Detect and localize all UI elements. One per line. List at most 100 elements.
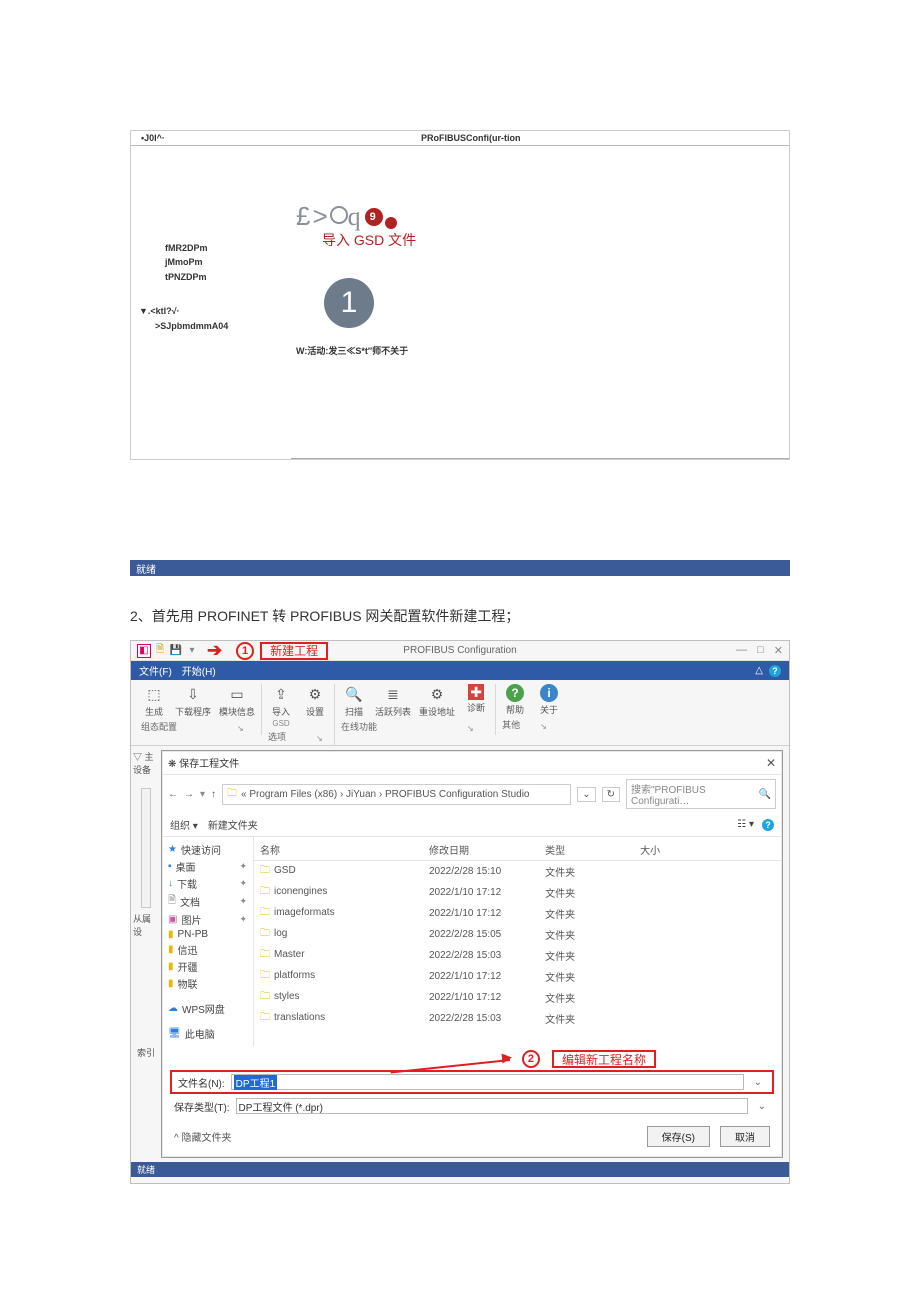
column-header[interactable]: 名称 [254,839,423,861]
table-row[interactable]: 🗀Master2022/2/28 15:03文件夹 [254,945,782,966]
pin-icon: ✦ [239,861,247,872]
save-icon[interactable]: 💾 [169,644,183,658]
qat-dropdown-icon[interactable]: ▾ [185,644,199,658]
sidenav-下载[interactable]: ↓下载✦ [168,875,247,892]
cell-name: 🗀translations [254,1008,423,1029]
ribbon-诊断-button[interactable]: ✚诊断 [463,684,489,718]
ribbon-launcher-icon[interactable]: ↘ [237,724,244,733]
cancel-button[interactable]: 取消 [720,1126,770,1147]
cell-date: 2022/2/28 15:10 [423,861,539,883]
qat-icon[interactable]: ◧ [137,644,151,658]
table-row[interactable]: 🗀iconengines2022/1/10 17:12文件夹 [254,882,782,903]
leftpane-master[interactable]: ▽ 主设备 [133,750,159,776]
ribbon-launcher-icon[interactable]: ↘ [467,724,474,733]
ring-icon [330,206,348,224]
table-row[interactable]: 🗀imageformats2022/1/10 17:12文件夹 [254,903,782,924]
table-row[interactable]: 🗀styles2022/1/10 17:12文件夹 [254,987,782,1008]
menu-start[interactable]: 开始(H) [182,663,216,678]
table-row[interactable]: 🗀translations2022/2/28 15:03文件夹 [254,1008,782,1029]
sidenav-PN-PB[interactable]: ▮PN-PB [168,928,247,941]
search-placeholder: 搜索"PROFIBUS Configurati… [631,781,759,807]
new-project-icon[interactable]: 🗎 [153,644,167,658]
step-1-marker: 1 [324,278,374,328]
ribbon-重设地址-button[interactable]: ⚙重设地址 [419,684,455,718]
filetype-select[interactable]: DP工程文件 (*.dpr) [236,1098,748,1114]
cell-type: 文件夹 [539,882,634,903]
new-folder-button[interactable]: 新建文件夹 [208,817,258,832]
sidenav-label: 桌面 [176,859,196,874]
hide-folders-toggle[interactable]: ^ 隐藏文件夹 [174,1129,231,1144]
leftpane-index[interactable]: 索引 [137,1046,155,1059]
ribbon-launcher-icon[interactable]: ↘ [540,722,547,731]
ribbon-生成-button[interactable]: ⬚生成 [141,684,167,718]
ribbon-导入-button[interactable]: ⇪导入GSD [268,684,294,728]
ribbon-帮助-button[interactable]: ?帮助 [502,684,528,716]
ribbon-模块信息-button[interactable]: ▭模块信息 [219,684,255,718]
sidenav-物联[interactable]: ▮物联 [168,975,247,992]
breadcrumb[interactable]: 🗀 « Program Files (x86) › JiYuan › PROFI… [222,784,571,805]
sidenav-文档[interactable]: 🗎文档✦ [168,892,247,911]
sidenav-图片[interactable]: ▣图片✦ [168,911,247,928]
menu-file[interactable]: 文件(F) [139,663,172,678]
table-row[interactable]: 🗀log2022/2/28 15:05文件夹 [254,924,782,945]
organize-button[interactable]: 组织 ▾ [170,817,198,832]
menubar-help-icon[interactable]: ? [769,665,781,677]
nav-forward-button[interactable]: → [184,789,194,800]
ribbon-设置-button[interactable]: ⚙设置 [302,684,328,728]
close-button[interactable]: ✕ [774,644,783,657]
cell-type: 文件夹 [539,924,634,945]
sidenav-label: 开疆 [178,959,198,974]
tree-item[interactable]: tPNZDPm [165,270,228,284]
callout-2-label: 编辑新工程名称 [552,1050,656,1068]
nav-dropdown[interactable]: ⌄ [577,787,595,802]
filename-dropdown-icon[interactable]: ⌄ [750,1077,766,1088]
cell-name: 🗀GSD [254,861,423,883]
glyph-prefix: £> [296,201,330,232]
save-button[interactable]: 保存(S) [647,1126,710,1147]
dialog-close-button[interactable]: ✕ [766,756,776,770]
minimize-button[interactable]: — [736,644,747,657]
ribbon-icon: ✚ [468,684,484,700]
dialog-help-icon[interactable]: ? [762,819,774,831]
ribbon-launcher-icon[interactable]: ↘ [316,734,323,743]
tree-item[interactable]: jMmoPm [165,255,228,269]
tree-item[interactable]: fMR2DPm [165,241,228,255]
maximize-button[interactable]: □ [757,644,764,657]
filetype-label: 保存类型(T): [174,1099,230,1114]
view-button[interactable]: ☷ ▾ [737,819,754,830]
nav-back-button[interactable]: ← [168,789,178,800]
filename-input[interactable]: DP工程1 [231,1074,744,1090]
tree-subitem[interactable]: >SJpbmdmmA04 [155,319,228,333]
menubar-gear-icon[interactable]: △ [755,665,763,676]
cell-name: 🗀platforms [254,966,423,987]
breadcrumb-path: « Program Files (x86) › JiYuan › PROFIBU… [241,789,529,800]
sidenav-桌面[interactable]: ▪桌面✦ [168,858,247,875]
filetype-dropdown-icon[interactable]: ⌄ [754,1101,770,1112]
nav-refresh-button[interactable]: ↻ [602,787,620,802]
column-header[interactable]: 修改日期 [423,839,539,861]
column-header[interactable]: 大小 [634,839,782,861]
sidenav-此电脑[interactable]: 🖥此电脑 [168,1025,247,1042]
ribbon-扫描-button[interactable]: 🔍扫描 [341,684,367,718]
tree-expander[interactable]: ▼.<ktl?√· [139,304,228,318]
column-header[interactable]: 类型 [539,839,634,861]
cell-size [634,966,782,987]
sidenav-WPS网盘[interactable]: ☁WPS网盘 [168,1000,247,1017]
sidenav-快速访问[interactable]: ★快速访问 [168,841,247,858]
ribbon-关于-button[interactable]: i关于 [536,684,562,716]
search-input[interactable]: 搜索"PROFIBUS Configurati… 🔍 [626,779,776,809]
ribbon-下载程序-button[interactable]: ⇩下载程序 [175,684,211,718]
cell-name: 🗀Master [254,945,423,966]
ribbon-活跃列表-button[interactable]: ≣活跃列表 [375,684,411,718]
ribbon-group-label: 组态配置 [141,720,177,733]
sidenav-开疆[interactable]: ▮开疆 [168,958,247,975]
import-gsd-row: £> q 9 [296,201,416,232]
sidenav-信迅[interactable]: ▮信迅 [168,941,247,958]
sidenav-icon: ↓ [168,878,173,889]
table-row[interactable]: 🗀GSD2022/2/28 15:10文件夹 [254,861,782,883]
cell-name: 🗀iconengines [254,882,423,903]
save-project-dialog: ❋ 保存工程文件 ✕ ← → ▾ ↑ 🗀 « Program Files (x8… [161,750,783,1158]
nav-up-button[interactable]: ↑ [211,789,216,800]
leftpane-slave[interactable]: 从属设 [133,912,159,938]
table-row[interactable]: 🗀platforms2022/1/10 17:12文件夹 [254,966,782,987]
